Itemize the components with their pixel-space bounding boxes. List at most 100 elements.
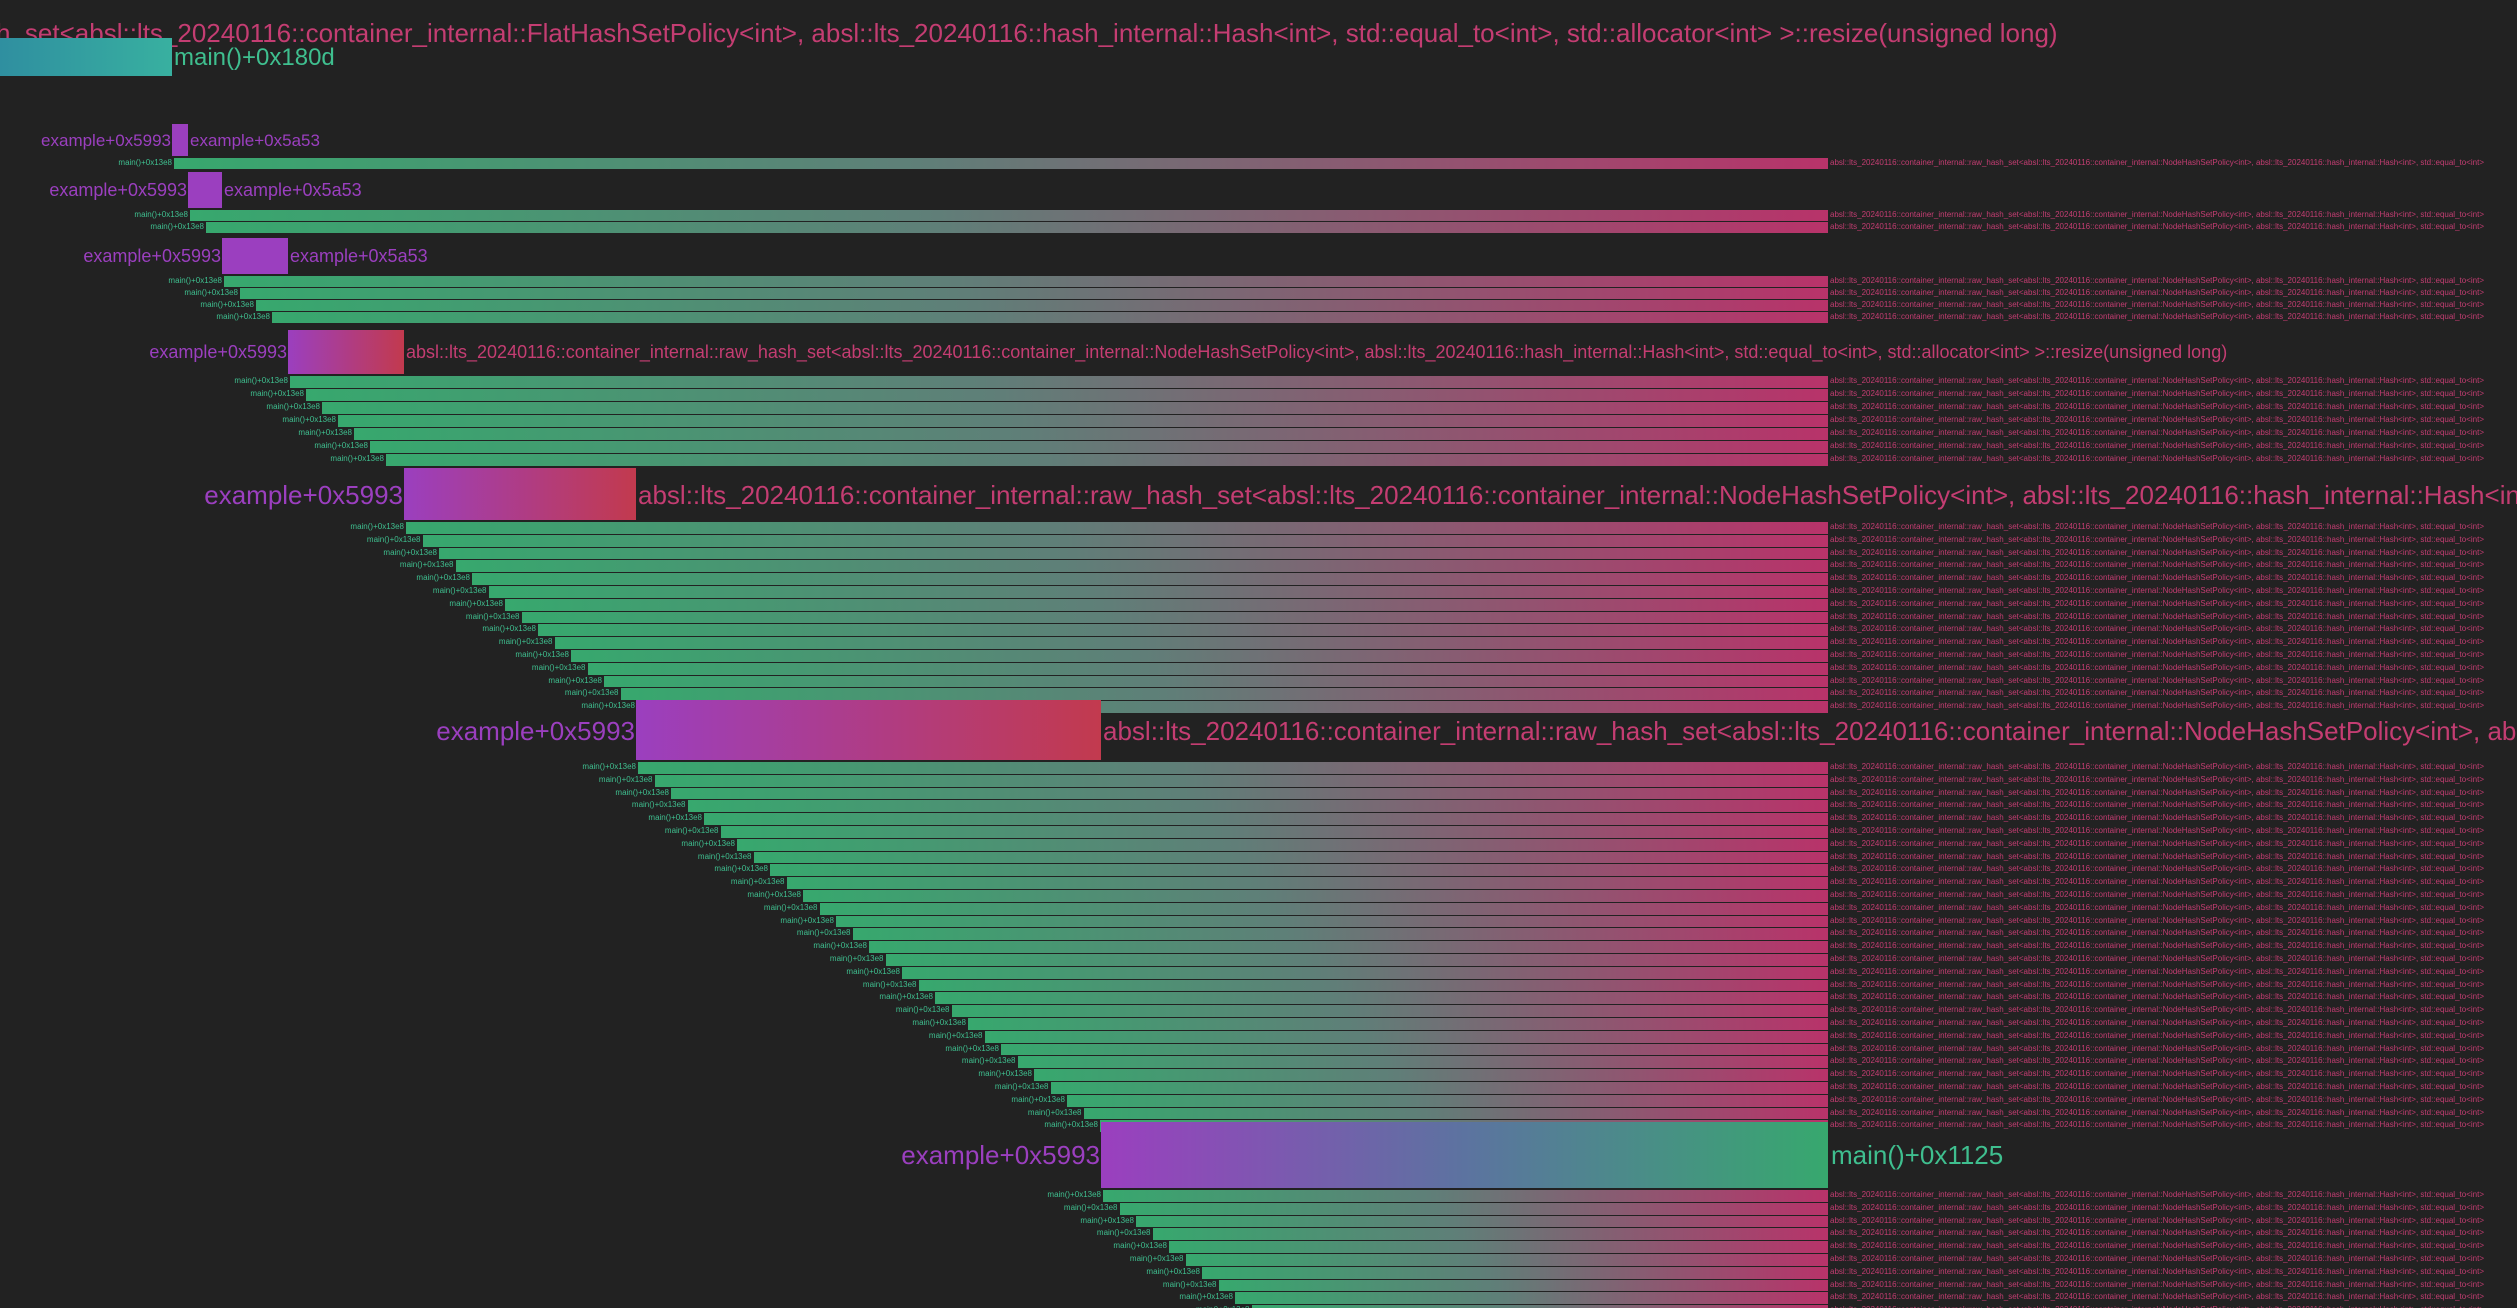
l2-row-bar[interactable] xyxy=(190,210,1828,221)
l5-row-bar[interactable] xyxy=(505,598,1828,611)
l7-row-bar[interactable] xyxy=(1152,1228,1828,1241)
l6-row-callee-label: absl::lts_20240116::container_internal::… xyxy=(1830,826,2484,835)
l2-row-bar[interactable] xyxy=(206,222,1828,233)
l6-row-bar[interactable] xyxy=(654,774,1828,787)
l6-row-callee-label: absl::lts_20240116::container_internal::… xyxy=(1830,762,2484,771)
flame-graph-canvas: h_set<absl::lts_20240116::container_inte… xyxy=(0,0,2517,1308)
l7-row-callee-label: absl::lts_20240116::container_internal::… xyxy=(1830,1292,2484,1302)
example-5993-bar-l5[interactable] xyxy=(404,468,636,520)
l4-row-bar[interactable] xyxy=(306,389,1828,401)
l3-row-caller-label: main()+0x13e8 xyxy=(200,300,254,309)
l6-row-bar[interactable] xyxy=(737,838,1828,851)
l6-row-callee-label: absl::lts_20240116::container_internal::… xyxy=(1830,941,2484,951)
l6-row-bar[interactable] xyxy=(704,813,1828,825)
l7-row-bar[interactable] xyxy=(1218,1279,1828,1292)
l6-row-bar[interactable] xyxy=(819,902,1828,915)
l5-row-bar[interactable] xyxy=(538,624,1828,637)
l6-row-caller-label: main()+0x13e8 xyxy=(912,1018,966,1027)
l5-row-bar[interactable] xyxy=(406,522,1828,534)
l7-row-bar[interactable] xyxy=(1136,1215,1828,1228)
l5-row-bar[interactable] xyxy=(571,650,1828,662)
l5-row-bar[interactable] xyxy=(587,662,1828,675)
l7-row-callee-label: absl::lts_20240116::container_internal::… xyxy=(1830,1279,2484,1289)
l4-row-bar[interactable] xyxy=(322,402,1828,414)
l7-row-bar[interactable] xyxy=(1185,1254,1828,1266)
l6-row-bar[interactable] xyxy=(885,954,1828,966)
l6-row-bar[interactable] xyxy=(1083,1107,1828,1120)
l6-row-bar[interactable] xyxy=(770,864,1828,877)
l6-row-bar[interactable] xyxy=(786,877,1828,889)
l5-row-caller-label: main()+0x13e8 xyxy=(449,598,503,608)
l6-row-bar[interactable] xyxy=(968,1018,1828,1030)
l3-row-callee-label: absl::lts_20240116::container_internal::… xyxy=(1830,288,2484,297)
l4-row-caller-label: main()+0x13e8 xyxy=(330,454,384,463)
l6-row-caller-label: main()+0x13e8 xyxy=(598,774,653,784)
l6-row-bar[interactable] xyxy=(951,1005,1828,1017)
l4-row-bar[interactable] xyxy=(338,415,1828,427)
l5-row-bar[interactable] xyxy=(554,637,1828,649)
l6-row-callee-label: absl::lts_20240116::container_internal::… xyxy=(1830,1056,2484,1066)
l6-row-bar[interactable] xyxy=(671,787,1828,800)
l6-row-bar[interactable] xyxy=(935,992,1828,1005)
l6-row-caller-label: main()+0x13e8 xyxy=(879,992,933,1002)
l1-row-bar[interactable] xyxy=(174,158,1828,169)
l5-row-bar[interactable] xyxy=(620,688,1828,701)
l7-row-bar[interactable] xyxy=(1119,1202,1828,1215)
l6-row-bar[interactable] xyxy=(687,800,1828,813)
l6-row-bar[interactable] xyxy=(1017,1056,1828,1069)
l5-row-bar[interactable] xyxy=(604,675,1828,688)
l6-row-caller-label: main()+0x13e8 xyxy=(994,1082,1049,1091)
l6-row-bar[interactable] xyxy=(984,1030,1828,1043)
l5-row-callee-label: absl::lts_20240116::container_internal::… xyxy=(1830,560,2484,570)
main-180d-bar[interactable] xyxy=(0,38,172,76)
l5-row-bar[interactable] xyxy=(472,573,1828,585)
l6-row-bar[interactable] xyxy=(720,826,1828,838)
l4-row-bar[interactable] xyxy=(290,376,1828,388)
example-5993-bar-l1[interactable] xyxy=(172,124,188,156)
node-resize-label-l6: absl::lts_20240116::container_internal::… xyxy=(1103,716,2517,746)
l7-row-bar[interactable] xyxy=(1202,1266,1828,1279)
l6-row-bar[interactable] xyxy=(803,890,1828,902)
l6-row-bar[interactable] xyxy=(836,915,1828,928)
l6-row-bar[interactable] xyxy=(918,979,1828,992)
example-5993-bar-l6[interactable] xyxy=(636,700,1101,760)
l6-row-callee-label: absl::lts_20240116::container_internal::… xyxy=(1830,954,2484,963)
l3-row-caller-label: main()+0x13e8 xyxy=(216,312,270,321)
l4-row-bar[interactable] xyxy=(354,428,1828,440)
l6-row-bar[interactable] xyxy=(1034,1069,1828,1081)
l1-row-callee-label: absl::lts_20240116::container_internal::… xyxy=(1830,158,2484,167)
l6-row-bar[interactable] xyxy=(753,851,1828,864)
l3-row-bar[interactable] xyxy=(240,288,1828,299)
l7-row-bar[interactable] xyxy=(1103,1190,1828,1202)
example-5993-bar-l3[interactable] xyxy=(222,238,288,274)
l6-row-bar[interactable] xyxy=(869,941,1828,953)
l6-row-bar[interactable] xyxy=(1067,1094,1828,1107)
l6-row-caller-label: main()+0x13e8 xyxy=(763,902,818,912)
example-5993-bar-l4[interactable] xyxy=(288,330,404,374)
l5-row-caller-label: main()+0x13e8 xyxy=(482,624,536,634)
l5-row-bar[interactable] xyxy=(488,586,1828,598)
l3-row-bar[interactable] xyxy=(256,300,1828,311)
l6-row-bar[interactable] xyxy=(902,966,1828,979)
l6-row-bar[interactable] xyxy=(1050,1082,1828,1094)
l4-row-bar[interactable] xyxy=(386,454,1828,466)
l7-row-bar[interactable] xyxy=(1169,1241,1828,1253)
l3-row-bar[interactable] xyxy=(272,312,1828,323)
l3-row-bar[interactable] xyxy=(224,276,1828,287)
l6-row-callee-label: absl::lts_20240116::container_internal::… xyxy=(1830,864,2484,874)
l4-row-bar[interactable] xyxy=(370,441,1828,453)
l5-row-bar[interactable] xyxy=(422,534,1828,547)
l7-row-callee-label: absl::lts_20240116::container_internal::… xyxy=(1830,1202,2484,1212)
example-5993-bar-l7[interactable] xyxy=(1101,1122,1828,1188)
l6-row-bar[interactable] xyxy=(638,762,1828,774)
l6-row-bar[interactable] xyxy=(1001,1043,1828,1056)
example-5a53-label-l3: example+0x5a53 xyxy=(290,246,428,266)
l5-row-caller-label: main()+0x13e8 xyxy=(383,547,437,557)
l5-row-bar[interactable] xyxy=(455,560,1828,573)
l7-row-bar[interactable] xyxy=(1235,1292,1828,1305)
example-5993-bar-l2[interactable] xyxy=(188,172,222,208)
l5-row-bar[interactable] xyxy=(439,547,1828,560)
l5-row-bar[interactable] xyxy=(521,611,1828,624)
l6-row-callee-label: absl::lts_20240116::container_internal::… xyxy=(1830,1120,2484,1130)
l6-row-bar[interactable] xyxy=(852,928,1828,941)
